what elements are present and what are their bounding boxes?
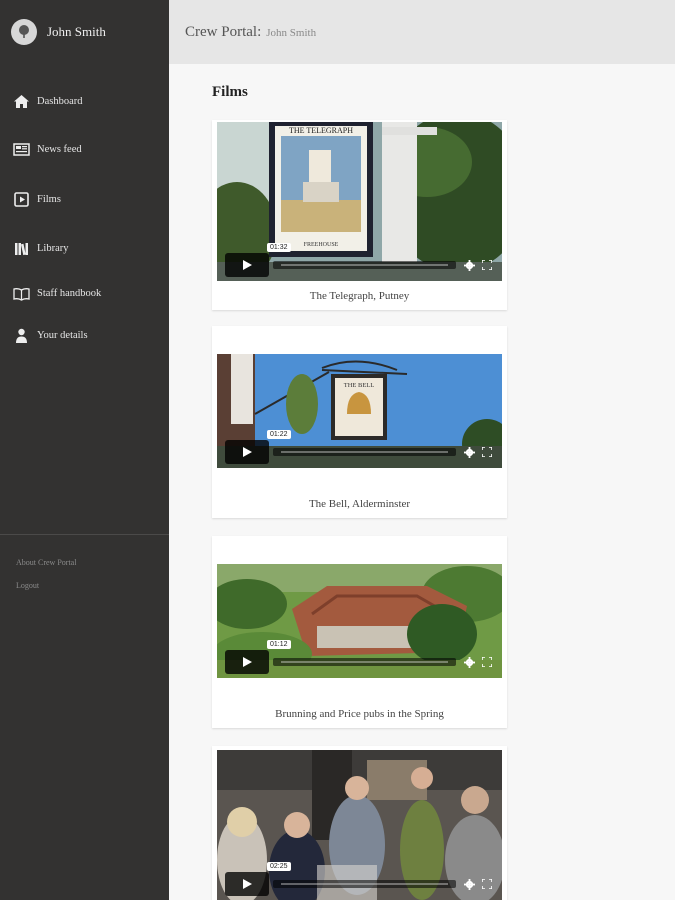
profile[interactable]: John Smith — [0, 0, 169, 64]
fullscreen-icon[interactable] — [480, 258, 494, 272]
progress-bar[interactable] — [273, 448, 456, 456]
video-controls: 01:12 — [221, 640, 498, 674]
logout-link[interactable]: Logout — [16, 581, 39, 590]
sign-subtitle: FREEHOUSE — [304, 242, 339, 248]
video-controls: 01:22 — [221, 430, 498, 464]
sidebar-item-label: Dashboard — [37, 95, 83, 107]
profile-name: John Smith — [47, 24, 106, 39]
sidebar: John Smith Dashboard News feed Films Lib… — [0, 0, 169, 900]
video-controls: 02:25 — [221, 862, 498, 896]
settings-icon[interactable] — [462, 258, 476, 272]
film-card: THE BELL 01:22 The Bell, Alderminster — [212, 326, 507, 518]
sidebar-item-library[interactable]: Library — [0, 235, 169, 261]
fullscreen-icon[interactable] — [480, 445, 494, 459]
film-icon — [13, 191, 30, 208]
duration-badge: 01:12 — [267, 640, 291, 649]
sidebar-item-dashboard[interactable]: Dashboard — [0, 88, 169, 114]
open-book-icon — [13, 285, 30, 302]
tree-icon — [19, 25, 29, 38]
duration-badge: 02:25 — [267, 862, 291, 871]
home-icon — [13, 93, 30, 110]
video-player[interactable]: 01:12 — [217, 564, 502, 678]
sidebar-item-films[interactable]: Films — [0, 186, 169, 212]
fullscreen-icon[interactable] — [480, 877, 494, 891]
play-icon — [243, 657, 252, 667]
sign-title: THE BELL — [344, 382, 375, 389]
play-button[interactable] — [225, 872, 269, 896]
play-button[interactable] — [225, 650, 269, 674]
sidebar-item-label: Your details — [37, 329, 88, 341]
section-title: Films — [212, 84, 248, 100]
film-card: THE TELEGRAPH FREEHOUSE 01:32 The Telegr… — [212, 120, 507, 310]
video-player[interactable]: THE BELL 01:22 — [217, 354, 502, 468]
sidebar-item-label: Films — [37, 193, 61, 205]
film-caption[interactable]: The Telegraph, Putney — [212, 290, 507, 302]
sidebar-item-label: Staff handbook — [37, 287, 102, 299]
play-button[interactable] — [225, 253, 269, 277]
sidebar-item-staff-handbook[interactable]: Staff handbook — [0, 280, 169, 306]
settings-icon[interactable] — [462, 445, 476, 459]
film-card: 01:12 Brunning and Price pubs in the Spr… — [212, 536, 507, 728]
books-icon — [13, 240, 30, 257]
avatar — [11, 19, 37, 45]
film-caption[interactable]: Brunning and Price pubs in the Spring — [212, 708, 507, 720]
settings-icon[interactable] — [462, 877, 476, 891]
play-icon — [243, 260, 252, 270]
sidebar-divider — [0, 534, 169, 535]
video-player[interactable]: THE TELEGRAPH FREEHOUSE 01:32 — [217, 122, 502, 281]
header: Crew Portal: John Smith — [169, 0, 675, 64]
main-content: Films THE TELEGRAPH FREEHOUSE 01:32 The … — [169, 64, 675, 900]
page-title: Crew Portal: — [185, 23, 262, 40]
play-icon — [243, 447, 252, 457]
progress-bar[interactable] — [273, 658, 456, 666]
film-card: 02:25 — [212, 746, 507, 900]
person-icon — [13, 327, 30, 344]
film-caption[interactable]: The Bell, Alderminster — [212, 498, 507, 510]
play-button[interactable] — [225, 440, 269, 464]
sidebar-item-label: Library — [37, 242, 69, 254]
progress-track — [281, 883, 448, 885]
settings-icon[interactable] — [462, 655, 476, 669]
progress-bar[interactable] — [273, 880, 456, 888]
sign-title: THE TELEGRAPH — [289, 126, 353, 135]
sidebar-item-your-details[interactable]: Your details — [0, 322, 169, 348]
about-link[interactable]: About Crew Portal — [16, 558, 76, 567]
fullscreen-icon[interactable] — [480, 655, 494, 669]
progress-bar[interactable] — [273, 261, 456, 269]
sidebar-item-news-feed[interactable]: News feed — [0, 136, 169, 162]
play-icon — [243, 879, 252, 889]
progress-track — [281, 451, 448, 453]
duration-badge: 01:22 — [267, 430, 291, 439]
sidebar-item-label: News feed — [37, 143, 82, 155]
progress-track — [281, 661, 448, 663]
header-user: John Smith — [266, 27, 317, 39]
duration-badge: 01:32 — [267, 243, 291, 252]
video-controls: 01:32 — [221, 243, 498, 277]
newspaper-icon — [13, 141, 30, 158]
video-player[interactable]: 02:25 — [217, 750, 502, 900]
progress-track — [281, 264, 448, 266]
